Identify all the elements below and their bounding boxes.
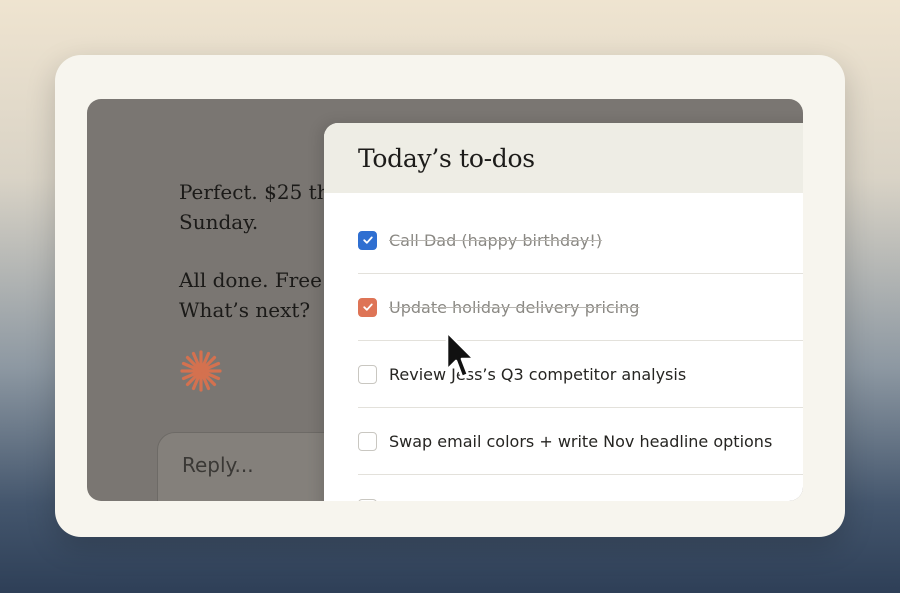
todo-label: Review Jess’s Q3 competitor analysis (389, 364, 687, 384)
check-icon (362, 303, 373, 311)
sunburst-icon (180, 350, 222, 392)
todo-list: Call Dad (happy birthday!) Update holida… (324, 207, 803, 501)
todo-item[interactable]: Call Dad (happy birthday!) (358, 207, 803, 274)
reply-placeholder: Reply... (182, 453, 254, 477)
todo-label: Update holiday delivery pricing (389, 297, 640, 317)
checkbox-checked[interactable] (358, 297, 377, 317)
todo-panel-title: Today’s to-dos (358, 143, 535, 173)
checkbox-unchecked[interactable] (358, 498, 377, 501)
todo-item[interactable]: Update holiday delivery pricing (358, 274, 803, 341)
todo-item[interactable] (358, 475, 803, 501)
todo-label: Swap email colors + write Nov headline o… (389, 431, 773, 451)
todo-panel-header: Today’s to-dos (324, 123, 803, 193)
checkbox-unchecked[interactable] (358, 431, 377, 451)
todo-panel: Today’s to-dos Call Dad (happy birthday!… (324, 123, 803, 501)
checkbox-checked[interactable] (358, 230, 377, 250)
todo-item[interactable]: Swap email colors + write Nov headline o… (358, 408, 803, 475)
app-window: Perfect. $25 thr Sunday. All done. Free … (87, 99, 803, 501)
todo-item[interactable]: Review Jess’s Q3 competitor analysis (358, 341, 803, 408)
checkbox-unchecked[interactable] (358, 364, 377, 384)
todo-label: Call Dad (happy birthday!) (389, 230, 603, 250)
mouse-pointer-icon (445, 330, 476, 379)
check-icon (362, 236, 373, 244)
